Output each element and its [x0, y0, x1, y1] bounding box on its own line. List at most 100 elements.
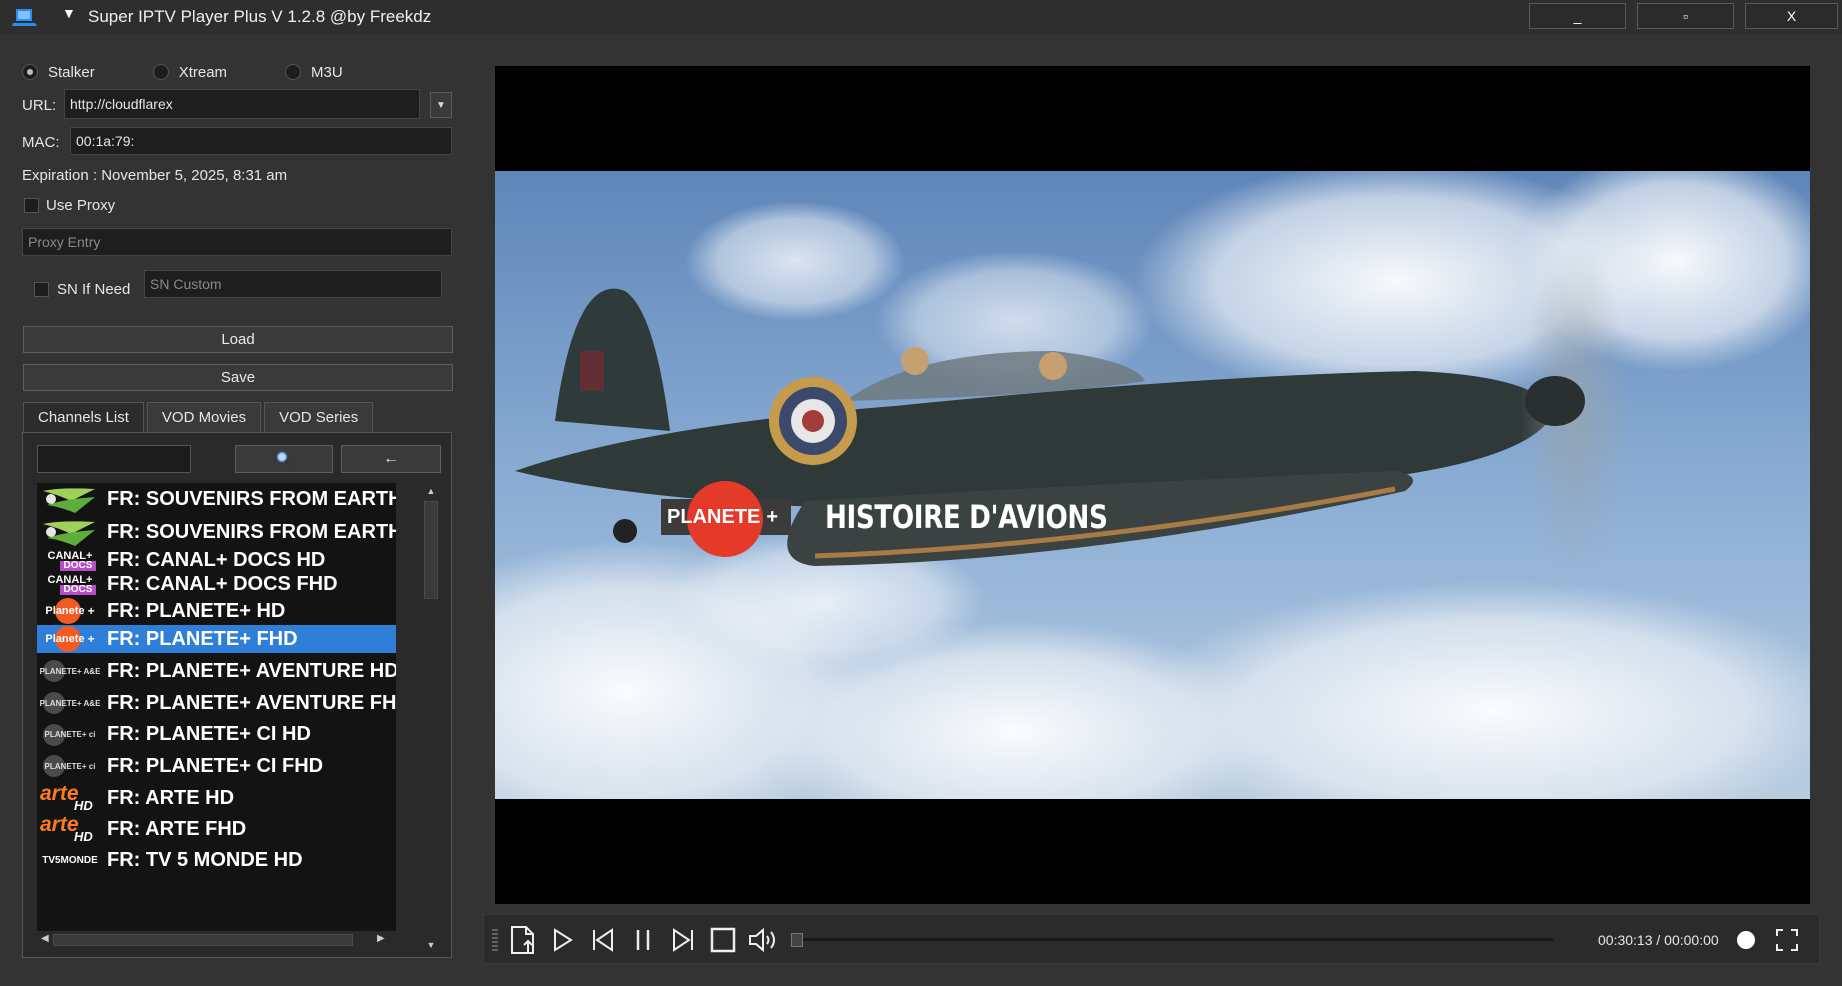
- close-button[interactable]: X: [1745, 3, 1838, 29]
- channel-list-item[interactable]: PLANETE+ ci FR: PLANETE+ CI HD: [37, 719, 396, 750]
- radio-xtream[interactable]: Xtream: [152, 64, 227, 81]
- channel-list-item[interactable]: PLANETE+ A&E FR: PLANETE+ AVENTURE FHD: [37, 687, 396, 719]
- volume-slider-handle[interactable]: [1737, 931, 1755, 949]
- channel-name: FR: ARTE HD: [107, 787, 235, 809]
- sn-label: SN If Need: [57, 281, 131, 298]
- sn-custom-field[interactable]: SN Custom: [144, 270, 442, 298]
- minimize-button[interactable]: _: [1529, 3, 1626, 29]
- tab-vod-series[interactable]: VOD Series: [264, 402, 374, 432]
- play-icon: [554, 928, 573, 952]
- planete-logo: Planete +: [37, 597, 103, 625]
- seek-bar[interactable]: [794, 938, 1554, 941]
- video-frame: [495, 171, 1810, 799]
- arte-hd-logo: arte HD: [37, 783, 103, 814]
- channel-list-item[interactable]: TV5MONDE FR: TV 5 MONDE HD: [37, 845, 396, 875]
- logo-text: arte: [40, 783, 79, 805]
- channel-name: FR: PLANETE+ FHD: [107, 627, 298, 650]
- search-button[interactable]: [235, 445, 333, 473]
- mac-field[interactable]: 00:1a:79:: [70, 127, 452, 155]
- play-button[interactable]: [548, 925, 578, 955]
- channel-list-item[interactable]: Planete + FR: PLANETE+ FHD: [37, 625, 396, 653]
- mode-radio-group: Stalker Xtream M3U: [22, 62, 373, 82]
- vertical-scrollbar[interactable]: ▲ ▼: [421, 483, 441, 953]
- expiration-text: Expiration : November 5, 2025, 8:31 am: [22, 167, 288, 184]
- seek-handle[interactable]: [791, 933, 803, 947]
- volume-icon: [749, 927, 775, 953]
- scroll-thumb[interactable]: [424, 501, 438, 599]
- horizontal-scrollbar[interactable]: ◀ ▶: [37, 931, 417, 949]
- fullscreen-icon: [1776, 929, 1798, 951]
- maximize-button[interactable]: ▫: [1637, 3, 1734, 29]
- channel-name: FR: PLANETE+ CI FHD: [107, 754, 324, 777]
- logo-text: Planete: [45, 633, 85, 645]
- stop-button[interactable]: [708, 925, 738, 955]
- url-field[interactable]: http://cloudflarex: [64, 89, 420, 119]
- back-button[interactable]: ←: [341, 445, 441, 473]
- scroll-left-icon[interactable]: ◀: [41, 933, 49, 944]
- volume-button[interactable]: [748, 925, 778, 955]
- radio-label: Stalker: [48, 63, 95, 81]
- channel-list-item[interactable]: PLANETE+ ci FR: PLANETE+ CI FHD: [37, 750, 396, 782]
- previous-button[interactable]: [588, 925, 618, 955]
- scroll-down-icon[interactable]: ▼: [421, 937, 441, 953]
- video-player[interactable]: PLANETE + HISTOIRE D'AVIONS: [495, 66, 1810, 904]
- proxy-entry-field[interactable]: Proxy Entry: [22, 228, 452, 256]
- toolbar-grip-icon[interactable]: [492, 929, 498, 951]
- channel-list-item[interactable]: FR: SOUVENIRS FROM EARTH HD: [37, 483, 396, 516]
- logo-plus: +: [87, 632, 95, 646]
- planete-ci-logo: PLANETE+ ci: [37, 719, 103, 750]
- scroll-up-icon[interactable]: ▲: [421, 483, 441, 499]
- logo-text: CANAL+: [47, 549, 93, 562]
- logo-text: Planete: [45, 605, 85, 617]
- open-file-icon: [511, 926, 534, 954]
- logo-sub: DOCS: [59, 560, 97, 571]
- pause-button[interactable]: [628, 925, 658, 955]
- channel-name: FR: PLANETE+ CI HD: [107, 723, 311, 745]
- channel-list-item[interactable]: CANAL+ DOCS FR: CANAL+ DOCS HD: [37, 549, 396, 572]
- channel-name: FR: PLANETE+ AVENTURE HD: [107, 659, 396, 682]
- tv5monde-logo: TV5MONDE: [37, 845, 103, 875]
- channel-list-item[interactable]: Planete + FR: PLANETE+ HD: [37, 597, 396, 625]
- menu-caret-icon[interactable]: ▼: [62, 6, 76, 20]
- planete-ci-logo: PLANETE+ ci: [37, 750, 103, 782]
- window-title: Super IPTV Player Plus V 1.2.8 @by Freek…: [88, 7, 432, 26]
- canal-docs-logo: CANAL+ DOCS: [37, 549, 103, 572]
- radio-button[interactable]: [285, 64, 302, 80]
- planete-aventure-logo: PLANETE+ A&E: [37, 687, 103, 719]
- channel-list-item[interactable]: arte HD FR: ARTE FHD: [37, 814, 396, 845]
- channel-list-item[interactable]: PLANETE+ A&E FR: PLANETE+ AVENTURE HD: [37, 655, 396, 687]
- next-button[interactable]: [668, 925, 698, 955]
- url-dropdown-button[interactable]: ▼: [430, 92, 452, 118]
- open-file-button[interactable]: [508, 925, 538, 955]
- radio-m3u[interactable]: M3U: [285, 64, 343, 81]
- channel-list[interactable]: FR: SOUVENIRS FROM EARTH HD FR: SOUVENIRS…: [37, 483, 396, 931]
- connection-panel: Stalker Xtream M3U URL: http://cloudflar…: [0, 34, 470, 986]
- use-proxy-label: Use Proxy: [46, 197, 116, 214]
- scroll-thumb-horizontal[interactable]: [53, 934, 353, 946]
- channel-name: FR: CANAL+ DOCS HD: [107, 549, 326, 571]
- souvenirs-from-earth-logo: [37, 516, 103, 549]
- channel-list-item[interactable]: FR: SOUVENIRS FROM EARTH FHD: [37, 516, 396, 549]
- radio-button[interactable]: [152, 64, 169, 80]
- radio-stalker[interactable]: Stalker: [22, 64, 95, 81]
- use-proxy-checkbox[interactable]: [24, 198, 39, 213]
- channel-list-item[interactable]: arte HD FR: ARTE HD: [37, 783, 396, 814]
- sn-checkbox[interactable]: [34, 282, 49, 297]
- radio-button-selected[interactable]: [22, 64, 38, 80]
- fullscreen-button[interactable]: [1772, 925, 1802, 955]
- channel-search-input[interactable]: [37, 445, 191, 473]
- tab-vod-movies[interactable]: VOD Movies: [146, 402, 262, 432]
- planete-overlay-logo: PLANETE +: [661, 481, 791, 557]
- logo-text: PLANETE+ ci: [44, 730, 96, 739]
- load-button[interactable]: Load: [23, 326, 453, 353]
- tab-channels-list[interactable]: Channels List: [23, 402, 144, 432]
- logo-text: arte: [40, 814, 79, 836]
- save-button[interactable]: Save: [23, 364, 453, 391]
- logo-text: PLANETE+ ci: [44, 761, 96, 771]
- channel-list-item[interactable]: CANAL+ DOCS FR: CANAL+ DOCS FHD: [37, 572, 396, 597]
- scroll-right-icon[interactable]: ▶: [377, 933, 385, 944]
- laptop-icon: [12, 9, 37, 26]
- planete-aventure-logo: PLANETE+ A&E: [37, 655, 103, 687]
- radio-label: M3U: [311, 63, 343, 81]
- channel-name: FR: TV 5 MONDE HD: [107, 848, 303, 871]
